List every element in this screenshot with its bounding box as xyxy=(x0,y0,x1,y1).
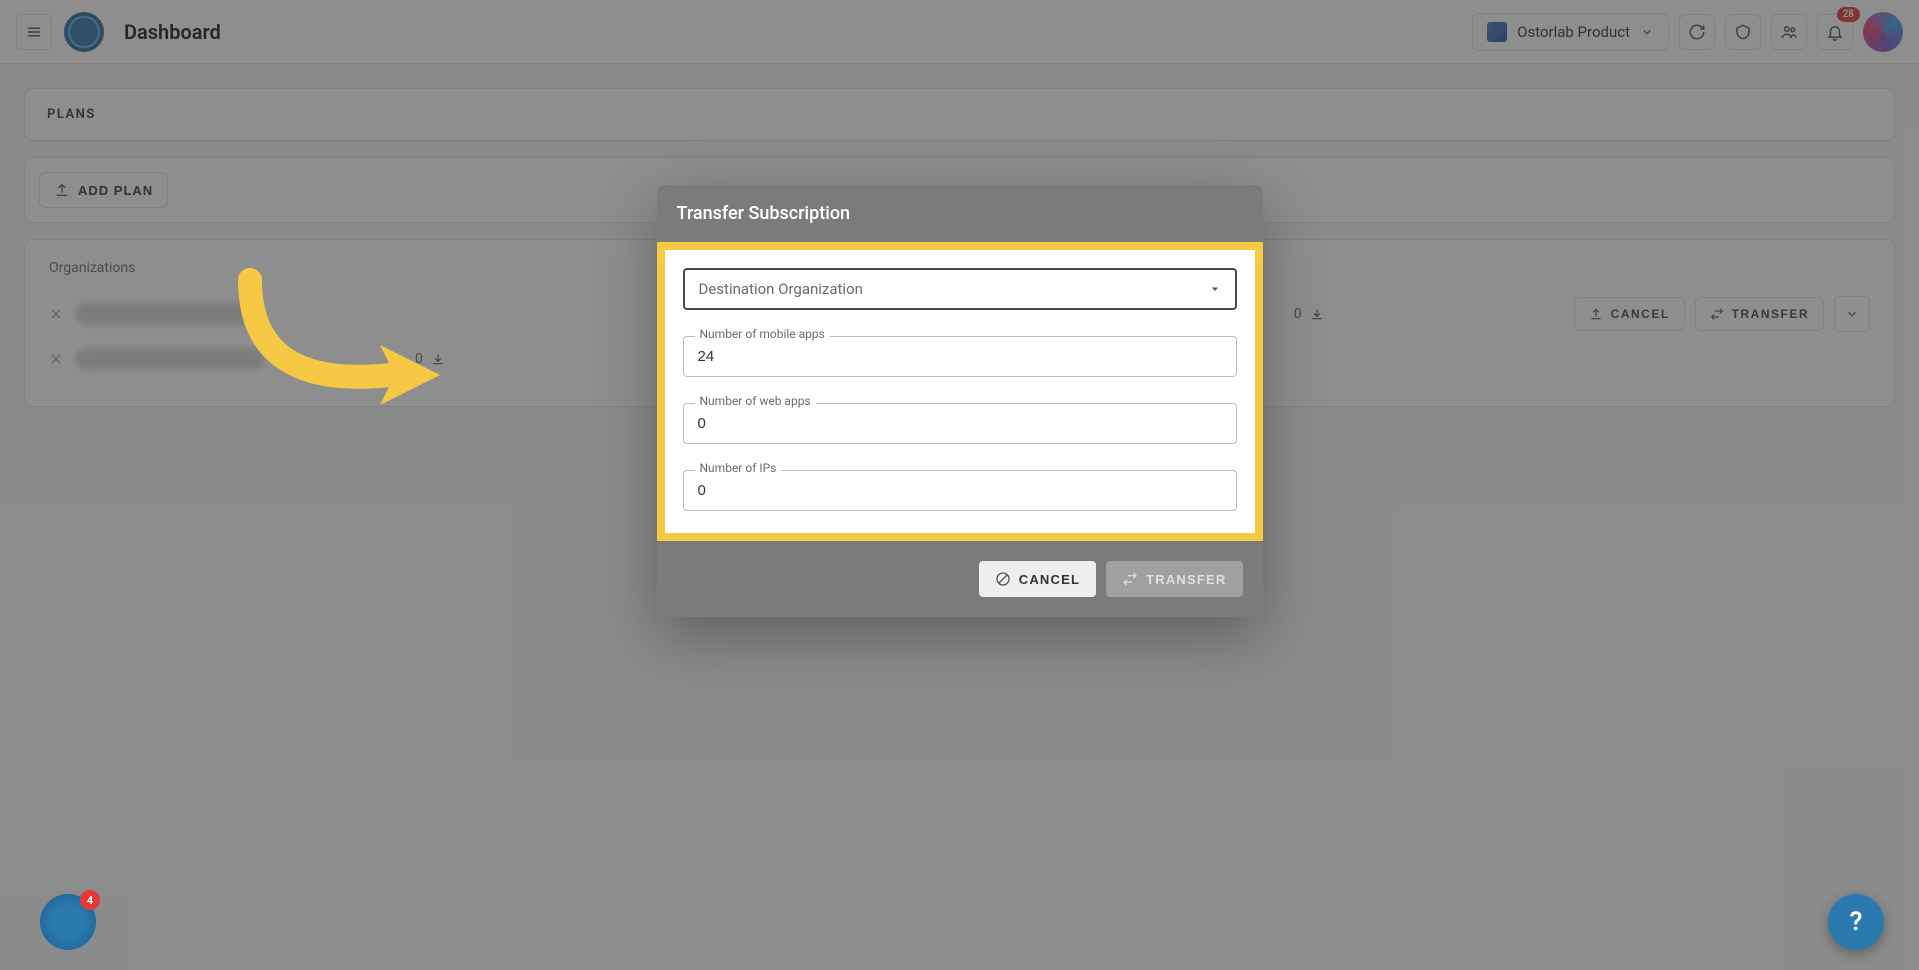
modal-title: Transfer Subscription xyxy=(657,185,1263,242)
modal-overlay[interactable]: Transfer Subscription Destination Organi… xyxy=(0,0,1919,970)
ips-label: Number of IPs xyxy=(695,461,782,475)
modal-footer: CANCEL TRANSFER xyxy=(657,541,1263,617)
modal-cancel-button[interactable]: CANCEL xyxy=(979,561,1096,597)
modal-transfer-button[interactable]: TRANSFER xyxy=(1106,561,1242,597)
destination-org-select[interactable]: Destination Organization xyxy=(683,268,1237,310)
help-fab[interactable]: ? xyxy=(1828,894,1884,950)
caret-down-icon xyxy=(1209,283,1221,295)
mobile-apps-input[interactable] xyxy=(683,336,1237,377)
web-apps-input[interactable] xyxy=(683,403,1237,444)
transfer-modal: Transfer Subscription Destination Organi… xyxy=(657,185,1263,617)
ips-input[interactable] xyxy=(683,470,1237,511)
mobile-apps-label: Number of mobile apps xyxy=(695,327,830,341)
modal-highlight: Destination Organization Number of mobil… xyxy=(657,242,1263,541)
ban-icon xyxy=(995,571,1011,587)
swap-icon xyxy=(1122,571,1138,587)
select-placeholder: Destination Organization xyxy=(699,280,863,298)
chat-fab[interactable]: 4 xyxy=(40,894,96,950)
chat-badge: 4 xyxy=(80,890,100,910)
annotation-arrow xyxy=(230,260,460,440)
help-icon: ? xyxy=(1850,907,1863,937)
web-apps-label: Number of web apps xyxy=(695,394,816,408)
